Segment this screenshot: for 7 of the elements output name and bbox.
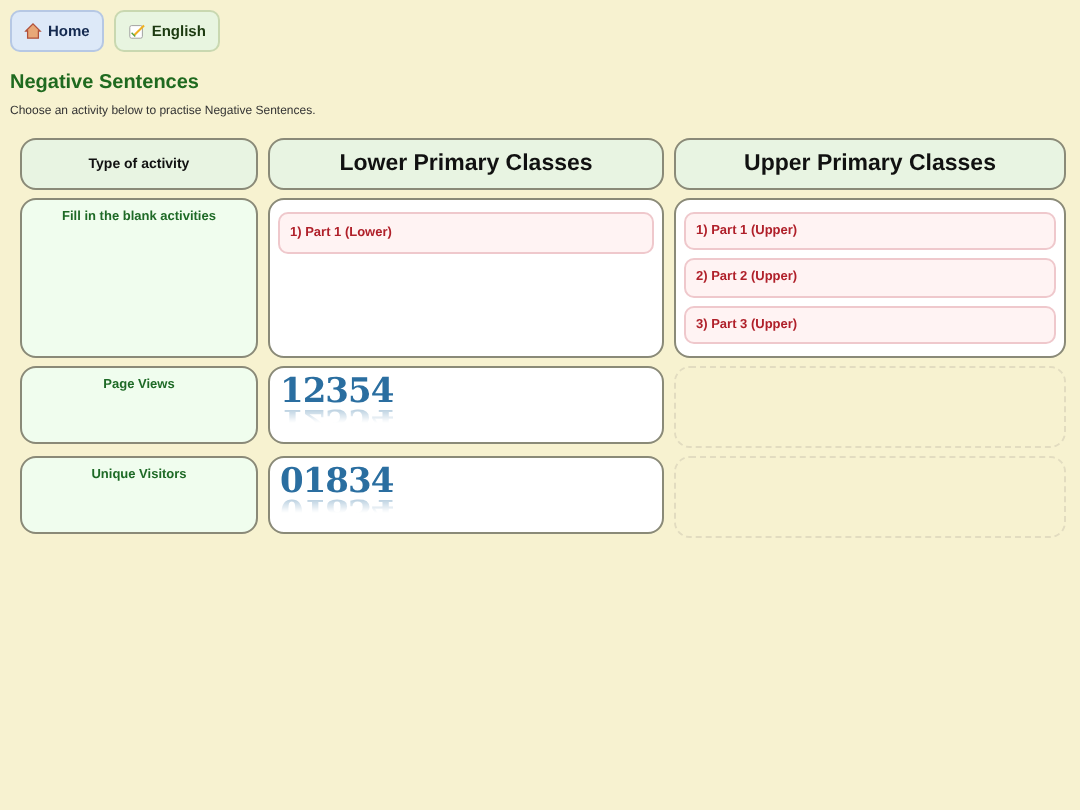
column-header: Upper Primary Classes: [674, 138, 1066, 190]
pencil-icon: [127, 22, 146, 40]
counter-digits: 12354: [280, 376, 394, 410]
counter-digits: 01834: [280, 466, 394, 500]
home-icon: [24, 22, 42, 40]
page-title: Negative Sentences: [10, 72, 201, 94]
column-header: Lower Primary Classes: [268, 138, 664, 190]
